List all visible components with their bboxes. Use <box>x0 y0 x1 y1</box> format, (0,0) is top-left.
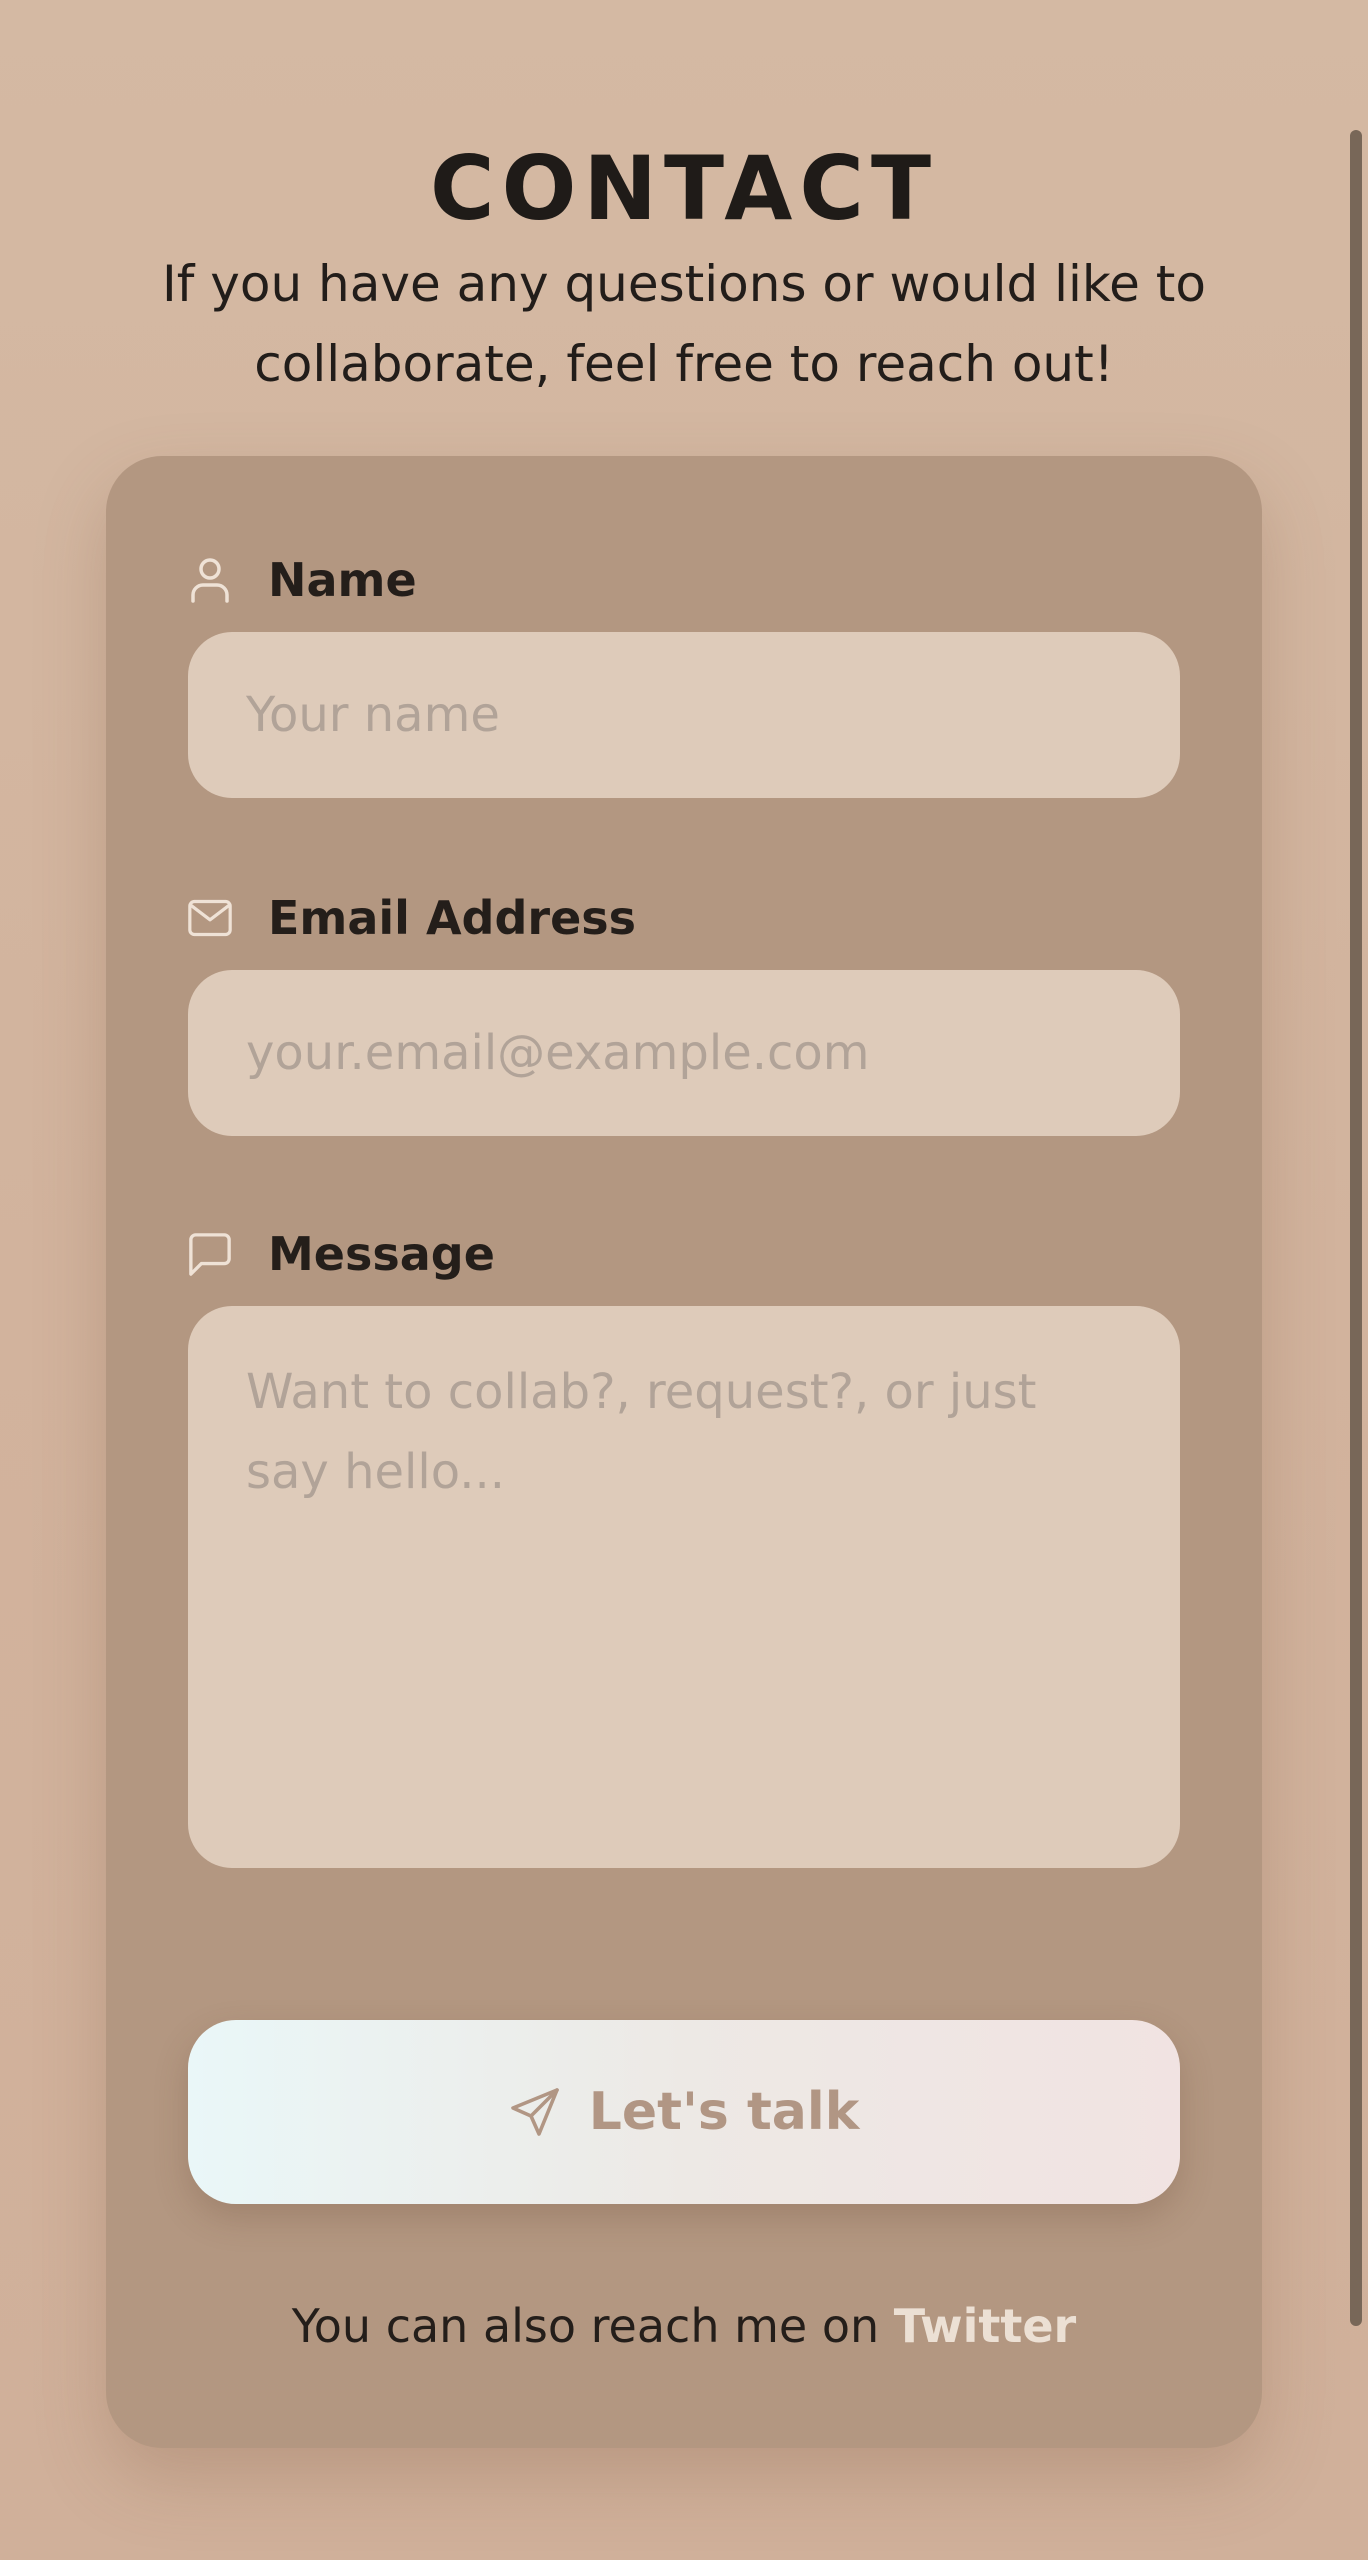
send-icon <box>509 2086 561 2138</box>
email-label-text: Email Address <box>268 891 637 945</box>
lets-talk-label: Let's talk <box>588 2082 860 2142</box>
message-label: Message <box>188 1224 495 1284</box>
name-label: Name <box>188 550 417 610</box>
message-label-text: Message <box>268 1227 495 1281</box>
user-icon <box>188 558 232 603</box>
footer-text: You can also reach me on <box>291 2299 880 2353</box>
mail-icon <box>188 896 232 940</box>
contact-form-card: Name Email Address Message Let's <box>106 456 1262 2448</box>
page-title: CONTACT <box>430 136 938 240</box>
email-label: Email Address <box>188 888 636 948</box>
intro-text: If you have any questions or would like … <box>162 255 1206 393</box>
scrollbar[interactable] <box>1350 130 1362 2326</box>
name-input[interactable] <box>188 632 1180 798</box>
message-square-icon <box>188 1232 232 1276</box>
twitter-link[interactable]: Twitter <box>894 2299 1076 2353</box>
footer-note: You can also reach me on Twitter <box>106 2296 1262 2356</box>
message-textarea[interactable] <box>188 1306 1180 1868</box>
email-input[interactable] <box>188 970 1180 1136</box>
name-label-text: Name <box>268 553 417 607</box>
lets-talk-button[interactable]: Let's talk <box>188 2020 1180 2204</box>
